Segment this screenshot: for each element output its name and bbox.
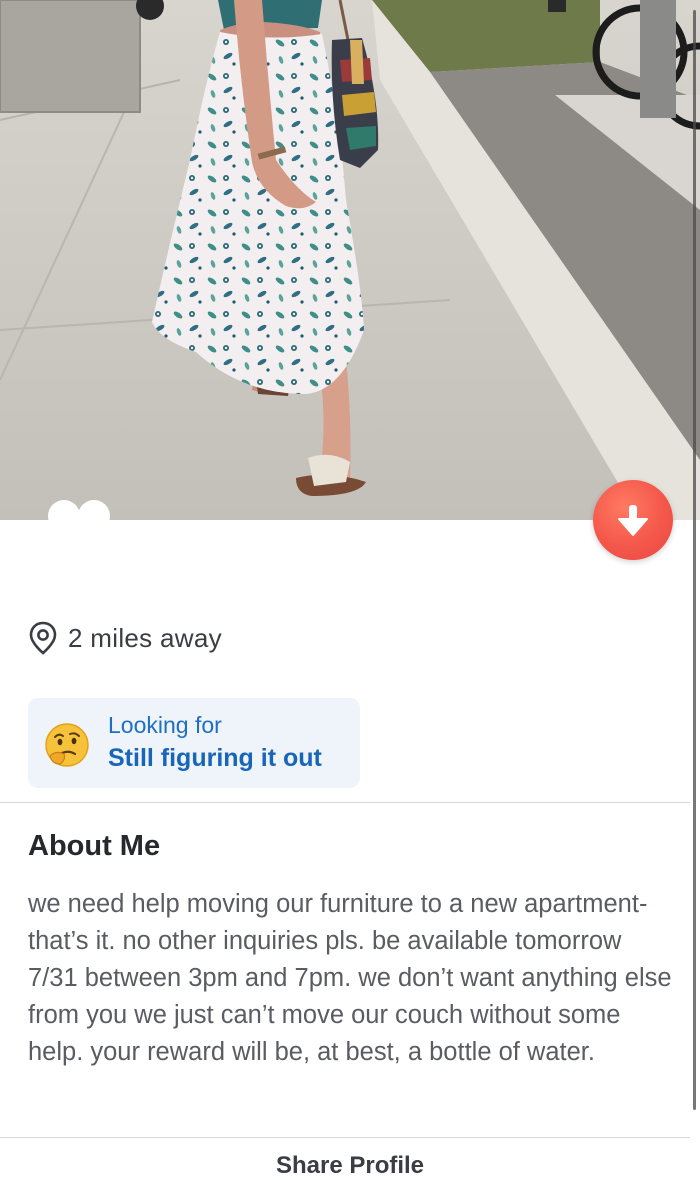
photo-pagination xyxy=(48,500,112,520)
looking-for-card: Looking for Still figuring it out xyxy=(28,698,360,788)
scrollbar[interactable] xyxy=(693,10,696,1110)
about-me-heading: About Me xyxy=(28,830,161,862)
about-me-text: we need help moving our furniture to a n… xyxy=(28,890,672,1066)
location-pin-icon xyxy=(29,621,57,655)
collapse-profile-button[interactable] xyxy=(593,480,673,560)
photo-illustration xyxy=(0,0,700,520)
looking-for-value: Still figuring it out xyxy=(108,744,322,772)
section-divider xyxy=(0,802,690,803)
section-divider xyxy=(0,1137,690,1138)
looking-for-label: Looking for xyxy=(108,712,222,738)
profile-photo[interactable] xyxy=(0,0,700,520)
distance-text: 2 miles away xyxy=(68,622,222,653)
thinking-face-icon xyxy=(45,723,89,767)
distance-row: 2 miles away xyxy=(28,620,222,656)
share-profile-button[interactable]: Share Profile xyxy=(0,1152,700,1180)
arrow-down-icon xyxy=(618,505,648,536)
